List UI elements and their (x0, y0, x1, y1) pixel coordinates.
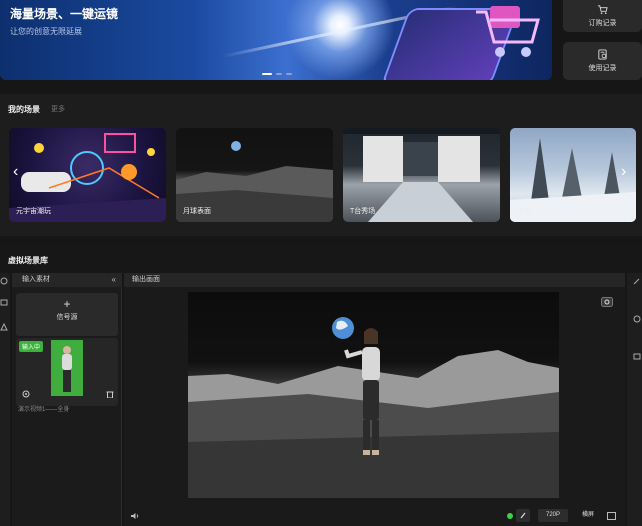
orientation-toggle[interactable]: 横屏 (574, 509, 602, 522)
scene-card-label: 元宇宙潮玩 (16, 208, 51, 215)
presenter-figure (62, 346, 72, 392)
app-root: 海量场景、一键运镜 让您的创意无限延展 订购记录 使用记录 我的场景 更多 元宇… (0, 0, 642, 526)
usage-records-label: 使用记录 (588, 65, 617, 72)
order-records-button[interactable]: 订购记录 (563, 0, 642, 32)
shape-icon[interactable] (0, 323, 8, 331)
edit-icon[interactable] (633, 277, 641, 285)
scene-card-snow[interactable]: 雪景 (510, 128, 636, 222)
order-records-label: 订购记录 (588, 20, 617, 27)
gear-icon[interactable] (633, 315, 641, 323)
scene-card-label: T台秀场 (350, 208, 376, 215)
banner-cart-illustration (476, 6, 540, 57)
right-toolbar (627, 273, 642, 526)
brush-button[interactable] (516, 509, 530, 522)
scenes-prev-arrow-icon[interactable]: ‹ (13, 163, 18, 181)
brush-icon (520, 512, 526, 519)
asset-name: 演示视频1——全身 (18, 407, 70, 413)
monitor-icon[interactable] (633, 353, 641, 361)
banner-subtitle: 让您的创意无限延展 (10, 27, 82, 36)
moon-scene-render (188, 317, 559, 498)
input-asset-item[interactable]: 输入中 (16, 338, 118, 406)
camera-snapshot-icon[interactable] (601, 297, 613, 307)
collapse-panel-icon[interactable]: « (112, 273, 116, 287)
screen-icon[interactable] (0, 299, 8, 307)
live-status-indicator (507, 513, 513, 519)
promo-banner[interactable]: 海量场景、一键运镜 让您的创意无限延展 (0, 0, 552, 80)
scenes-next-arrow-icon[interactable]: › (621, 163, 626, 181)
cart-icon (597, 5, 608, 14)
input-material-panel: 输入素材 « + 信号源 输入中 演示视频1——全身 (12, 273, 122, 526)
left-toolbar (0, 273, 10, 526)
settings-icon[interactable] (22, 390, 30, 398)
resolution-select[interactable]: 720P (538, 509, 568, 522)
fullscreen-icon[interactable] (607, 512, 616, 520)
record-icon (598, 49, 607, 60)
banner-light-flare (285, 0, 395, 80)
banner-dot[interactable] (276, 73, 282, 75)
asset-thumbnail (51, 340, 83, 396)
input-panel-title: 输入素材 « (12, 273, 122, 287)
scene-card-label: 月球表面 (183, 208, 211, 215)
volume-icon[interactable] (130, 512, 140, 520)
library-header-band (0, 245, 642, 273)
banner-dot[interactable] (286, 73, 292, 75)
scene-library-title: 虚拟场景库 (8, 256, 48, 265)
scene-card-moon[interactable]: 月球表面 (176, 128, 333, 222)
banner-pagination (262, 73, 292, 75)
my-scenes-more-link[interactable]: 更多 (51, 104, 65, 114)
output-panel-title: 输出画面 (124, 273, 625, 287)
banner-title: 海量场景、一键运镜 (10, 7, 119, 21)
signal-source-label: 信号源 (56, 314, 78, 321)
material-icon[interactable] (0, 277, 8, 285)
my-scenes-title: 我的场景 (8, 105, 40, 114)
inputting-badge: 输入中 (19, 341, 44, 352)
input-panel-title-text: 输入素材 (22, 276, 50, 283)
output-preview-canvas[interactable] (188, 292, 559, 498)
scene-card-metaverse[interactable]: 元宇宙潮玩 (9, 128, 166, 222)
usage-records-button[interactable]: 使用记录 (563, 42, 642, 80)
banner-dot[interactable] (262, 73, 272, 75)
plus-icon: + (63, 297, 71, 311)
scene-card-label: 雪景 (517, 208, 531, 215)
scene-card-runway[interactable]: T台秀场 (343, 128, 500, 222)
delete-icon[interactable] (106, 390, 114, 398)
add-signal-source-button[interactable]: + 信号源 (16, 293, 118, 336)
